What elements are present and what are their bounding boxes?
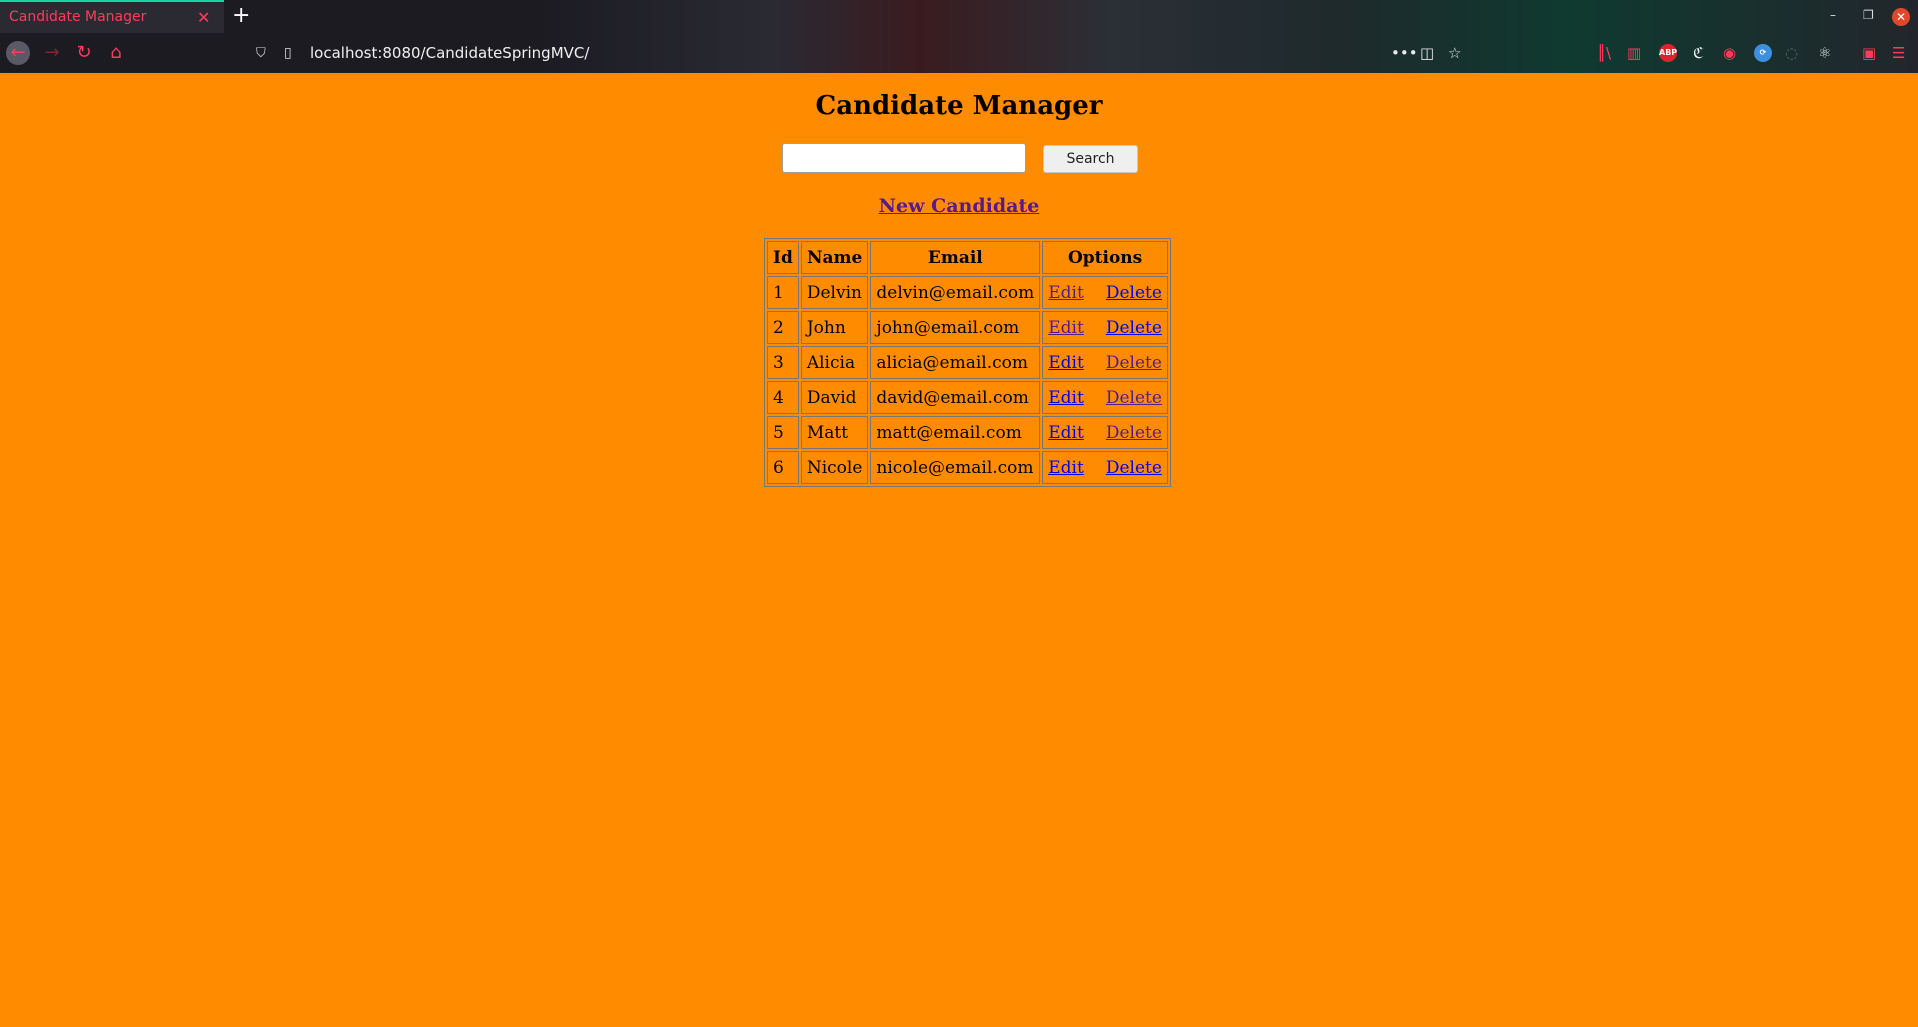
react-devtools-icon[interactable]: ⚛ xyxy=(1818,44,1831,62)
delete-link[interactable]: Delete xyxy=(1106,318,1162,338)
cell-name: Delvin xyxy=(800,276,869,309)
home-icon[interactable]: ⌂ xyxy=(104,41,128,65)
cell-email: alicia@email.com xyxy=(870,346,1041,379)
table-row: 3 Alicia alicia@email.com Edit Delete xyxy=(767,346,1168,379)
cell-id: 1 xyxy=(767,276,799,309)
cell-email: nicole@email.com xyxy=(870,451,1041,484)
minimize-icon[interactable]: – xyxy=(1830,8,1836,22)
page-title: Candidate Manager xyxy=(815,91,1103,121)
edit-link[interactable]: Edit xyxy=(1048,283,1084,303)
extension-blue-icon[interactable]: ⟳ xyxy=(1754,44,1772,62)
cell-email: delvin@email.com xyxy=(870,276,1041,309)
header-email: Email xyxy=(870,241,1041,274)
cell-options: Edit Delete xyxy=(1042,451,1168,484)
library-icon[interactable]: ║\ xyxy=(1597,44,1611,62)
sidebar-icon[interactable]: ▥ xyxy=(1627,44,1641,62)
delete-link[interactable]: Delete xyxy=(1106,423,1162,443)
header-options: Options xyxy=(1042,241,1168,274)
abp-icon[interactable]: ABP xyxy=(1659,44,1677,62)
delete-link[interactable]: Delete xyxy=(1106,388,1162,408)
new-tab-icon[interactable]: + xyxy=(232,3,250,28)
tracking-protection-icon[interactable]: ⛉ xyxy=(256,46,266,61)
pocket-icon[interactable]: ◫ xyxy=(1420,44,1434,62)
cell-name: Nicole xyxy=(800,451,869,484)
cell-options: Edit Delete xyxy=(1042,276,1168,309)
new-candidate-link[interactable]: New Candidate xyxy=(0,195,1918,217)
cell-id: 6 xyxy=(767,451,799,484)
back-arrow-icon[interactable]: ← xyxy=(6,41,30,65)
tab-bar: Candidate Manager ✕ + – ❐ ✕ xyxy=(0,0,1918,33)
tab-candidate-manager[interactable]: Candidate Manager ✕ xyxy=(0,0,224,33)
restore-icon[interactable]: ❐ xyxy=(1863,8,1874,22)
table-header-row: Id Name Email Options xyxy=(767,241,1168,274)
tab-title: Candidate Manager xyxy=(9,9,147,25)
account-icon[interactable]: ◉ xyxy=(1723,44,1736,62)
star-icon[interactable]: ☆ xyxy=(1448,44,1461,62)
cell-options: Edit Delete xyxy=(1042,381,1168,414)
cell-id: 4 xyxy=(767,381,799,414)
delete-link[interactable]: Delete xyxy=(1106,458,1162,478)
cell-email: david@email.com xyxy=(870,381,1041,414)
cell-name: Matt xyxy=(800,416,869,449)
cell-email: john@email.com xyxy=(870,311,1041,344)
search-button[interactable]: Search xyxy=(1043,145,1138,173)
browser-chrome: Candidate Manager ✕ + – ❐ ✕ ← → ↻ ⌂ ⛉ ▯ … xyxy=(0,0,1918,73)
edit-link[interactable]: Edit xyxy=(1048,318,1084,338)
delete-link[interactable]: Delete xyxy=(1106,283,1162,303)
header-id: Id xyxy=(767,241,799,274)
cell-id: 2 xyxy=(767,311,799,344)
extension-dark-icon[interactable]: ◌ xyxy=(1785,44,1798,62)
cell-id: 3 xyxy=(767,346,799,379)
cell-name: David xyxy=(800,381,869,414)
edit-link[interactable]: Edit xyxy=(1048,388,1084,408)
table-row: 4 David david@email.com Edit Delete xyxy=(767,381,1168,414)
header-name: Name xyxy=(800,241,869,274)
table-row: 6 Nicole nicole@email.com Edit Delete xyxy=(767,451,1168,484)
cell-options: Edit Delete xyxy=(1042,416,1168,449)
extension-c-icon[interactable]: ℭ xyxy=(1693,44,1704,62)
cell-options: Edit Delete xyxy=(1042,346,1168,379)
more-icon[interactable]: ••• xyxy=(1391,44,1418,62)
hamburger-menu-icon[interactable]: ☰ xyxy=(1892,44,1905,62)
delete-link[interactable]: Delete xyxy=(1106,353,1162,373)
search-input[interactable] xyxy=(782,143,1026,173)
cell-options: Edit Delete xyxy=(1042,311,1168,344)
candidates-table: Id Name Email Options 1 Delvin delvin@em… xyxy=(764,238,1171,487)
cell-name: John xyxy=(800,311,869,344)
url-bar[interactable]: localhost:8080/CandidateSpringMVC/ xyxy=(310,44,589,62)
edit-link[interactable]: Edit xyxy=(1048,423,1084,443)
window-close-icon[interactable]: ✕ xyxy=(1892,8,1910,26)
cell-id: 5 xyxy=(767,416,799,449)
tab-close-icon[interactable]: ✕ xyxy=(197,8,210,27)
cell-email: matt@email.com xyxy=(870,416,1041,449)
table-row: 1 Delvin delvin@email.com Edit Delete xyxy=(767,276,1168,309)
edit-link[interactable]: Edit xyxy=(1048,458,1084,478)
cell-name: Alicia xyxy=(800,346,869,379)
gift-icon[interactable]: ▣ xyxy=(1862,44,1876,62)
page-info-icon[interactable]: ▯ xyxy=(284,45,292,61)
nav-bar: ← → ↻ ⌂ ⛉ ▯ localhost:8080/CandidateSpri… xyxy=(0,33,1918,73)
edit-link[interactable]: Edit xyxy=(1048,353,1084,373)
table-row: 2 John john@email.com Edit Delete xyxy=(767,311,1168,344)
reload-icon[interactable]: ↻ xyxy=(72,41,96,65)
forward-arrow-icon[interactable]: → xyxy=(40,41,64,65)
page-content: Candidate Manager Search New Candidate I… xyxy=(0,73,1918,1027)
table-row: 5 Matt matt@email.com Edit Delete xyxy=(767,416,1168,449)
